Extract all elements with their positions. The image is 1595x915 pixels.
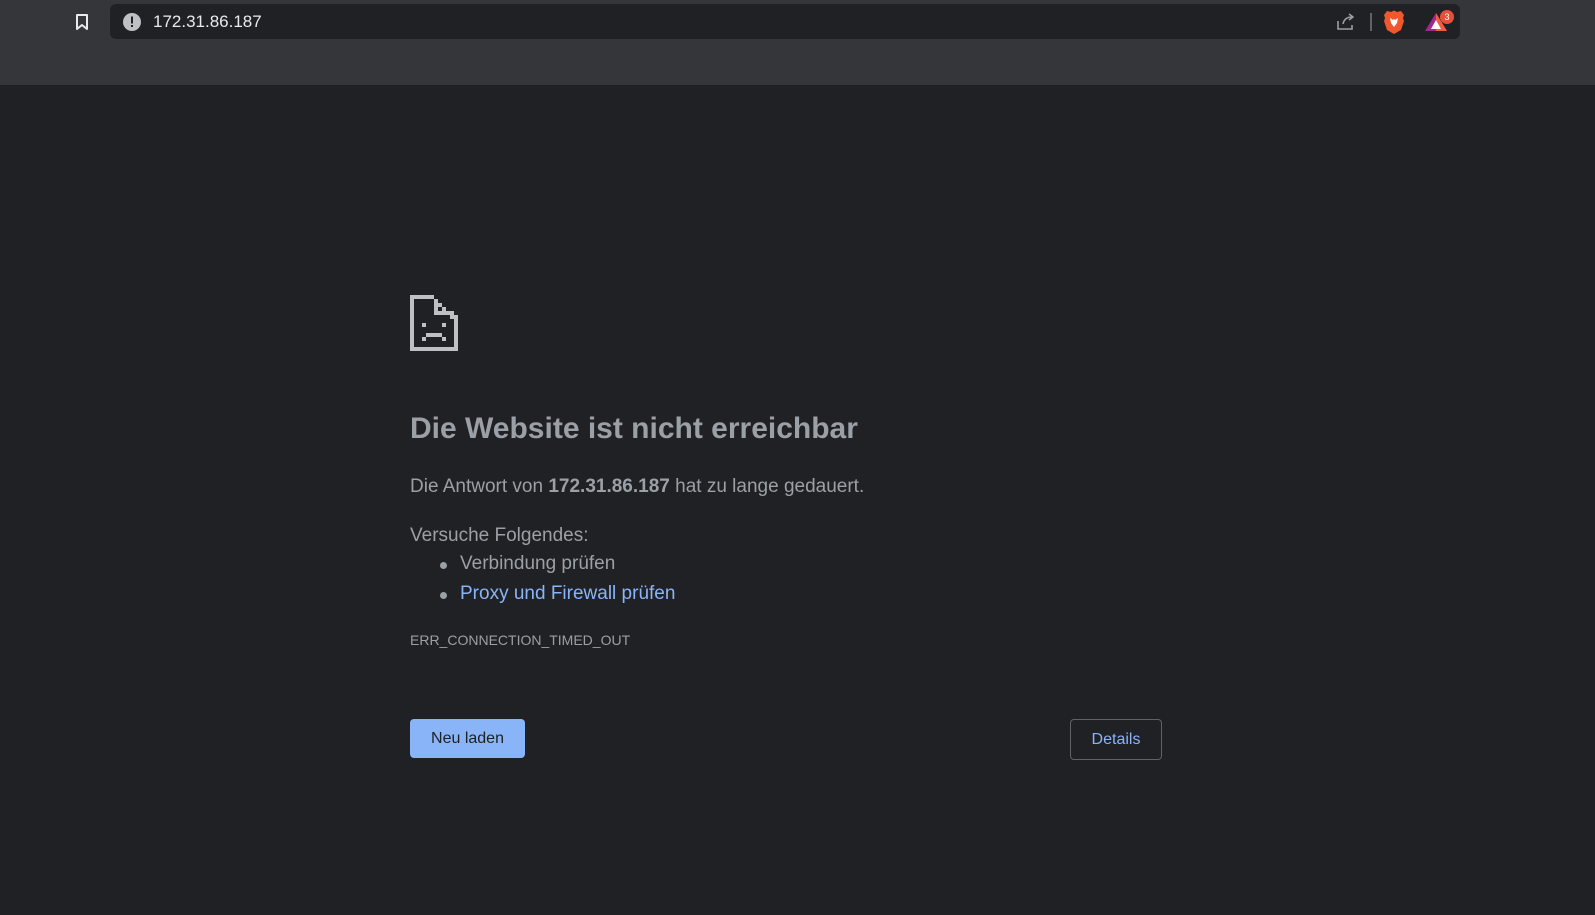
share-icon[interactable] [1335,11,1357,33]
reload-button[interactable]: Neu laden [410,719,525,758]
suggestions-list: Verbindung prüfen Proxy und Firewall prü… [410,549,675,609]
bookmark-icon[interactable] [70,10,94,34]
suggestion-check-proxy-firewall-link[interactable]: Proxy und Firewall prüfen [410,579,675,609]
details-button[interactable]: Details [1070,719,1162,760]
error-message-prefix: Die Antwort von [410,476,549,497]
brave-shields-icon[interactable] [1382,9,1406,35]
error-message-suffix: hat zu lange gedauert. [669,476,865,497]
info-warning-icon[interactable] [122,12,142,32]
error-title: Die Website ist nicht erreichbar [410,412,858,445]
suggestions-heading: Versuche Folgendes: [410,525,589,546]
toolbar-divider [1370,13,1372,31]
brave-rewards-icon[interactable]: 3 [1423,10,1454,36]
sad-page-icon [410,295,458,351]
error-code: ERR_CONNECTION_TIMED_OUT [410,632,631,648]
rewards-notification-badge: 3 [1440,10,1454,24]
error-message-host: 172.31.86.187 [548,476,670,497]
browser-toolbar: 172.31.86.187 3 [0,0,1595,85]
error-message: Die Antwort von 172.31.86.187 hat zu lan… [410,475,864,499]
url-text[interactable]: 172.31.86.187 [153,12,262,31]
suggestion-check-connection: Verbindung prüfen [410,549,675,579]
address-bar[interactable]: 172.31.86.187 3 [110,4,1460,39]
